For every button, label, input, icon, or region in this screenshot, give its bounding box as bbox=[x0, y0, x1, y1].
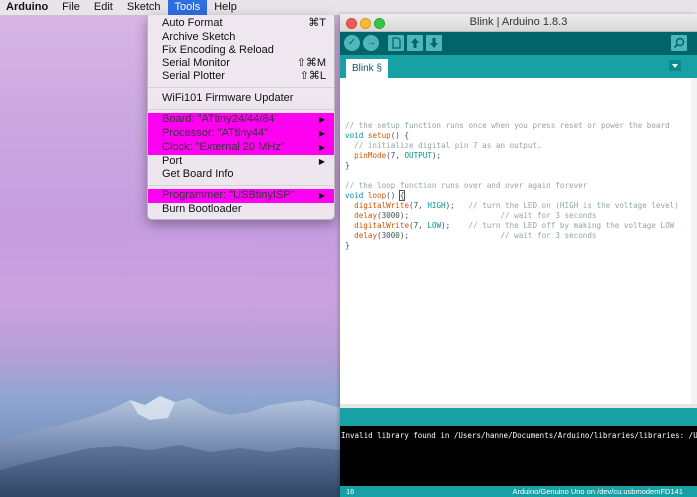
shortcut-label: ⇧⌘M bbox=[296, 57, 326, 69]
menu-item-clock[interactable]: Clock: "External 20 MHz" ▶ bbox=[148, 141, 334, 155]
console-text: Invalid library found in /Users/hanne/Do… bbox=[341, 431, 697, 440]
submenu-arrow-icon: ▶ bbox=[318, 129, 325, 138]
tab-menu-dropdown[interactable] bbox=[669, 60, 681, 71]
open-sketch-button[interactable] bbox=[407, 35, 423, 51]
menu-item-burn-bootloader[interactable]: Burn Bootloader bbox=[148, 203, 334, 216]
menu-item-programmer[interactable]: Programmer: "USBtinyISP" ▶ bbox=[148, 189, 334, 203]
arrow-down-icon bbox=[430, 38, 438, 48]
window-titlebar: Blink | Arduino 1.8.3 bbox=[340, 14, 697, 32]
shortcut-label: ⇧⌘L bbox=[299, 70, 326, 82]
menu-item-port[interactable]: Port ▶ bbox=[148, 155, 334, 168]
submenu-arrow-icon: ▶ bbox=[318, 115, 325, 124]
arrow-right-icon: → bbox=[366, 37, 376, 48]
board-port-label: Arduino/Genuino Uno on /dev/cu.usbmodemF… bbox=[512, 487, 683, 496]
console-output[interactable]: Invalid library found in /Users/hanne/Do… bbox=[340, 426, 697, 486]
menu-separator bbox=[148, 87, 334, 88]
save-sketch-button[interactable] bbox=[426, 35, 442, 51]
menu-item-archive-sketch[interactable]: Archive Sketch bbox=[148, 31, 334, 44]
code-line: void setup() { bbox=[345, 131, 410, 140]
menu-item-processor[interactable]: Processor: "ATtiny44" ▶ bbox=[148, 127, 334, 141]
window-title: Blink | Arduino 1.8.3 bbox=[469, 16, 568, 28]
magnifier-icon bbox=[673, 37, 685, 49]
menu-item-wifi-updater[interactable]: WiFi101 Firmware Updater bbox=[148, 92, 334, 105]
code-line: delay(3000); // wait for 3 seconds bbox=[354, 231, 597, 240]
status-bar: 16 Arduino/Genuino Uno on /dev/cu.usbmod… bbox=[340, 486, 697, 497]
code-line: digitalWrite(7, LOW); // turn the LED of… bbox=[354, 221, 675, 230]
close-window-button[interactable] bbox=[346, 18, 357, 29]
submenu-arrow-icon: ▶ bbox=[318, 143, 325, 152]
minimize-window-button[interactable] bbox=[360, 18, 371, 29]
menu-sketch[interactable]: Sketch bbox=[120, 0, 168, 15]
message-bar bbox=[340, 408, 697, 426]
verify-button[interactable]: ✓ bbox=[344, 35, 360, 51]
upload-button[interactable]: → bbox=[363, 35, 379, 51]
line-number: 16 bbox=[346, 487, 355, 496]
menu-item-fix-encoding[interactable]: Fix Encoding & Reload bbox=[148, 44, 334, 57]
menu-help[interactable]: Help bbox=[207, 0, 244, 15]
code-line: } bbox=[345, 161, 350, 170]
shortcut-label: ⌘T bbox=[308, 17, 326, 29]
menu-tools[interactable]: Tools bbox=[167, 0, 208, 15]
code-line: // initialize digital pin 7 as an output… bbox=[345, 141, 542, 150]
serial-monitor-button[interactable] bbox=[671, 35, 687, 51]
code-line: } bbox=[345, 241, 350, 250]
code-line: // the loop function runs over and over … bbox=[345, 181, 588, 190]
menu-item-serial-plotter[interactable]: Serial Plotter ⇧⌘L bbox=[148, 70, 334, 83]
menu-separator bbox=[148, 185, 334, 186]
tab-blink[interactable]: Blink § bbox=[346, 59, 388, 78]
code-line: delay(3000); // wait for 3 seconds bbox=[354, 211, 597, 220]
arrow-up-icon bbox=[411, 38, 419, 48]
menu-item-board[interactable]: Board: "ATtiny24/44/84" ▶ bbox=[148, 113, 334, 127]
zoom-window-button[interactable] bbox=[374, 18, 385, 29]
menu-item-auto-format[interactable]: Auto Format ⌘T bbox=[148, 17, 334, 30]
ide-toolbar: ✓ → bbox=[340, 32, 697, 55]
code-line: void loop() { bbox=[345, 190, 406, 201]
menu-item-board-info[interactable]: Get Board Info bbox=[148, 168, 334, 181]
tools-dropdown: Auto Format ⌘T Archive Sketch Fix Encodi… bbox=[147, 15, 335, 220]
checkmark-icon: ✓ bbox=[347, 37, 357, 48]
new-sketch-button[interactable] bbox=[388, 35, 404, 51]
code-line: // the setup function runs once when you… bbox=[345, 121, 670, 130]
code-line: pinMode(7, OUTPUT); bbox=[354, 151, 442, 160]
menu-app-arduino[interactable]: Arduino bbox=[0, 0, 55, 15]
menu-separator bbox=[148, 109, 334, 110]
code-editor[interactable]: // the setup function runs once when you… bbox=[340, 78, 697, 404]
editor-scrollbar[interactable] bbox=[691, 78, 697, 404]
menu-file[interactable]: File bbox=[55, 0, 87, 15]
menu-edit[interactable]: Edit bbox=[87, 0, 120, 15]
menu-item-serial-monitor[interactable]: Serial Monitor ⇧⌘M bbox=[148, 57, 334, 70]
submenu-arrow-icon: ▶ bbox=[318, 191, 325, 200]
new-file-icon bbox=[392, 37, 401, 49]
submenu-arrow-icon: ▶ bbox=[318, 157, 325, 166]
sketch-tabs-bar: Blink § bbox=[340, 55, 697, 78]
ide-window: Blink | Arduino 1.8.3 ✓ → Blink § // the… bbox=[340, 14, 697, 497]
code-line: digitalWrite(7, HIGH); // turn the LED o… bbox=[354, 201, 679, 210]
